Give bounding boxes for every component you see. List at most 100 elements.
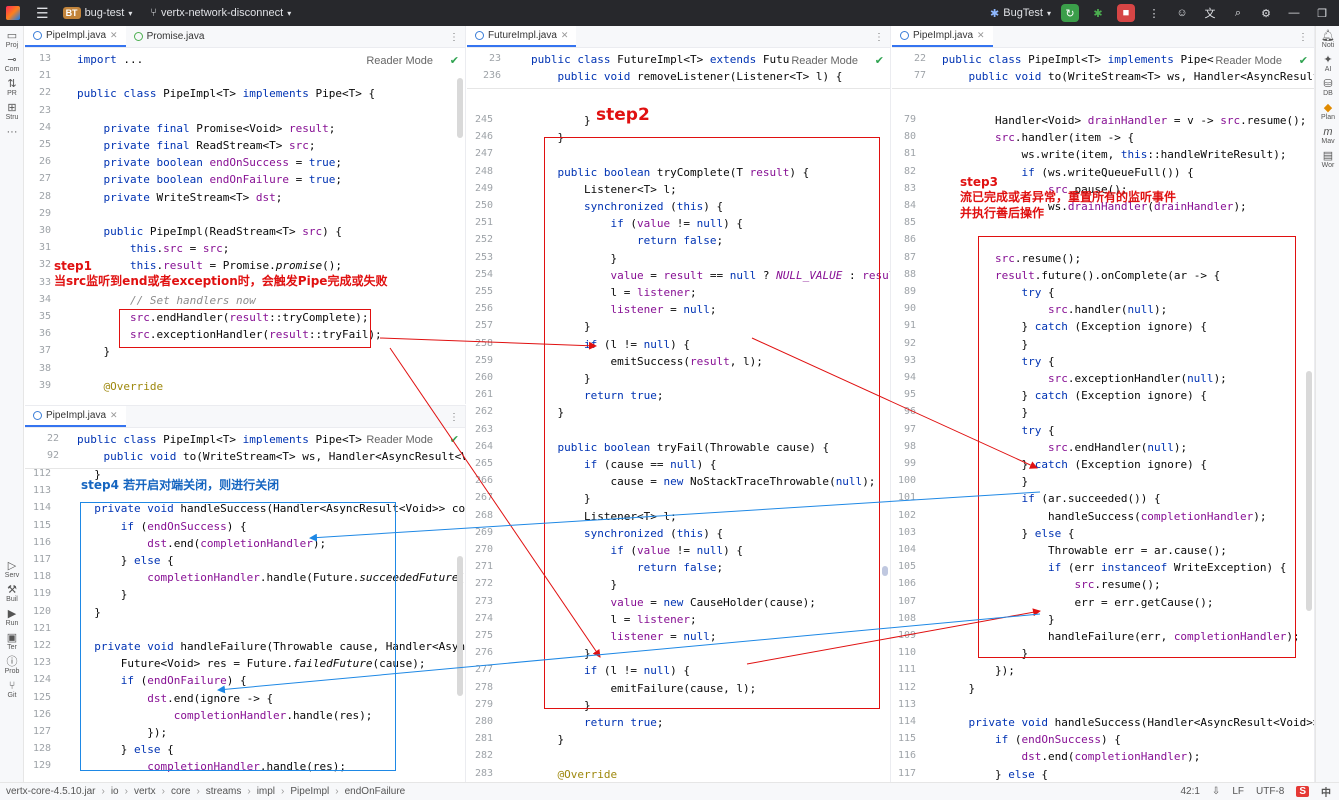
checkout-icon: ⇩ <box>1211 786 1221 797</box>
stop-button[interactable]: ■ <box>1117 4 1135 22</box>
commit-tool[interactable]: ⊸ Com <box>0 55 24 74</box>
more-tools-icon[interactable]: ··· <box>0 127 24 138</box>
close-icon[interactable]: ✕ <box>977 30 985 41</box>
settings-icon[interactable]: ⚙ <box>1257 4 1275 22</box>
app-logo[interactable] <box>6 6 20 20</box>
breadcrumb-item[interactable]: core <box>171 786 190 797</box>
tab-options-icon[interactable]: ⋮ <box>868 28 890 47</box>
code-line[interactable]: private final Promise<Void> result; <box>77 122 336 135</box>
ai-tool[interactable]: ✦ AI <box>1316 55 1339 74</box>
code-line[interactable]: } <box>77 345 110 358</box>
tab-pipeimpl[interactable]: PipeImpl.java ✕ <box>25 406 126 427</box>
tab-futureimpl[interactable]: FutureImpl.java ✕ <box>467 26 577 47</box>
code-line[interactable]: this.result = Promise.promise(); <box>77 259 342 272</box>
code-line[interactable]: public PipeImpl(ReadStream<T> src) { <box>77 225 342 238</box>
tab-options-icon[interactable]: ⋮ <box>443 28 465 47</box>
code-line[interactable]: private void handleSuccess(Handler<Async… <box>942 716 1315 729</box>
main-menu-icon[interactable]: ☰ <box>36 5 49 22</box>
database-tool[interactable]: ⛁ DB <box>1316 79 1339 98</box>
breadcrumb-item[interactable]: vertx-core-4.5.10.jar <box>6 786 95 797</box>
code-line[interactable]: private boolean endOnSuccess = true; <box>77 156 342 169</box>
sticky-header-line[interactable]: public class PipeImpl<T> implements Pipe… <box>942 53 1214 66</box>
ime-indicator[interactable]: S <box>1296 786 1309 797</box>
cursor-position[interactable]: 42:1 <box>1180 786 1199 797</box>
breadcrumb-item[interactable]: streams <box>206 786 242 797</box>
code-line[interactable]: } <box>531 114 591 127</box>
line-number: 262 <box>474 406 493 418</box>
code-line[interactable]: private WriteStream<T> dst; <box>77 191 283 204</box>
sticky-header-line[interactable]: public class FutureImpl<T> extends Futu <box>531 53 789 66</box>
structure-tool[interactable]: ⊞ Stru <box>0 103 24 122</box>
maven-tool[interactable]: m Mav <box>1316 127 1339 146</box>
tab-pipeimpl[interactable]: PipeImpl.java ✕ <box>892 26 993 47</box>
run-tool[interactable]: ▶ Run <box>0 609 24 628</box>
notifications-tool[interactable]: 🔔︎ Noti <box>1316 31 1339 50</box>
code-line[interactable]: private final ReadStream<T> src; <box>77 139 316 152</box>
code-line[interactable]: } <box>942 682 975 695</box>
code-line[interactable]: this.src = src; <box>77 242 229 255</box>
code-editor[interactable]: 13 import ... 21 22 public class PipeImpl<T>… <box>25 49 465 404</box>
more-actions-icon[interactable]: ⋮ <box>1145 4 1163 22</box>
code-line[interactable]: dst.end(completionHandler); <box>942 750 1200 763</box>
file-encoding[interactable]: UTF-8 <box>1256 786 1284 797</box>
line-number: 120 <box>32 605 51 617</box>
scrollbar[interactable] <box>1306 371 1312 611</box>
code-line[interactable]: } <box>531 733 564 746</box>
project-selector[interactable]: BT bug-test ▾ <box>62 7 132 19</box>
line-separator[interactable]: LF <box>1232 786 1244 797</box>
restore-icon[interactable]: ❐ <box>1313 4 1331 22</box>
ime-mode[interactable]: 中 <box>1321 784 1331 799</box>
close-icon[interactable]: ✕ <box>110 410 118 421</box>
close-icon[interactable]: ✕ <box>110 30 118 41</box>
run-config-selector[interactable]: ✱ BugTest ▾ <box>990 7 1051 20</box>
project-tool[interactable]: ▭ Proj <box>0 31 24 50</box>
code-line[interactable]: // Set handlers now <box>77 294 256 307</box>
sticky-header-line[interactable]: public void removeListener(Listener<T> l… <box>531 70 843 83</box>
problems-tool[interactable]: ⓘ Prob <box>0 657 24 676</box>
tab-options-icon[interactable]: ⋮ <box>1292 28 1314 47</box>
breadcrumb-item[interactable]: vertx <box>134 786 156 797</box>
code-line[interactable]: }); <box>942 664 1015 677</box>
code-line[interactable]: import ... <box>77 53 143 66</box>
scrollbar[interactable] <box>457 78 463 138</box>
code-line[interactable]: ws.write(item, this::handleWriteResult); <box>942 148 1286 161</box>
scrollbar[interactable] <box>882 566 888 576</box>
tab-options-icon[interactable]: ⋮ <box>443 408 465 427</box>
build-tool[interactable]: ⚒ Buil <box>0 585 24 604</box>
sticky-header-line[interactable]: public class PipeImpl<T> implements Pipe… <box>77 433 362 446</box>
breadcrumb-item[interactable]: endOnFailure <box>345 786 406 797</box>
services-tool[interactable]: ▷ Serv <box>0 561 24 580</box>
terminal-tool[interactable]: ▣ Ter <box>0 633 24 652</box>
tab-pipeimpl[interactable]: PipeImpl.java ✕ <box>25 26 126 47</box>
code-line[interactable]: public class PipeImpl<T> implements Pipe… <box>77 87 375 100</box>
code-line[interactable]: @Override <box>77 380 163 393</box>
breadcrumb-item[interactable]: impl <box>257 786 275 797</box>
git-tool[interactable]: ⑂ Git <box>0 681 24 700</box>
code-line[interactable]: Handler<Void> drainHandler = v -> src.re… <box>942 114 1306 127</box>
code-line[interactable]: } else { <box>942 768 1048 781</box>
breadcrumb-item[interactable]: io <box>111 786 119 797</box>
code-line[interactable]: @Override <box>531 768 617 781</box>
search-icon[interactable]: ⌕ <box>1229 4 1247 22</box>
rerun-button[interactable]: ↻ <box>1061 4 1079 22</box>
debug-button[interactable]: ✱ <box>1089 4 1107 22</box>
branch-selector[interactable]: ⑂ vertx-network-disconnect ▾ <box>150 7 291 19</box>
translate-icon[interactable]: 文 <box>1201 4 1219 22</box>
code-line[interactable]: return true; <box>531 716 664 729</box>
pr-tool[interactable]: ⇅ PR <box>0 79 24 98</box>
profile-icon[interactable]: ☺ <box>1173 4 1191 22</box>
code-line[interactable]: private boolean endOnFailure = true; <box>77 173 342 186</box>
close-icon[interactable]: ✕ <box>561 30 569 41</box>
plan-tool[interactable]: ◆ Plan <box>1316 103 1339 122</box>
minimize-icon[interactable]: — <box>1285 4 1303 22</box>
sticky-header-line[interactable]: public void to(WriteStream<T> ws, Handle… <box>942 70 1315 83</box>
line-number: 104 <box>897 544 916 555</box>
tab-promise[interactable]: Promise.java <box>126 26 213 47</box>
line-number: 112 <box>32 468 51 479</box>
breadcrumb-item[interactable]: PipeImpl <box>290 786 329 797</box>
workspace-tool[interactable]: ▤ Wor <box>1316 151 1339 170</box>
code-line[interactable]: if (endOnSuccess) { <box>942 733 1121 746</box>
scrollbar[interactable] <box>457 556 463 696</box>
sticky-header-line[interactable]: public void to(WriteStream<T> ws, Handle… <box>77 450 466 463</box>
code-line[interactable]: src.handler(item -> { <box>942 131 1134 144</box>
